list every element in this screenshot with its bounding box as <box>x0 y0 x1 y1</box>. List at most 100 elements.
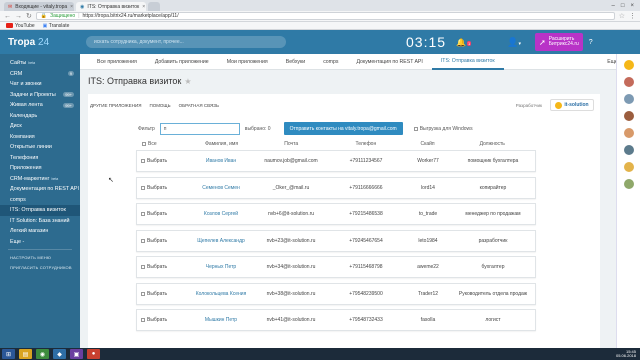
select-cell[interactable]: Выбрать <box>137 291 187 297</box>
user-menu[interactable]: 👤▾ <box>507 37 521 48</box>
url-field[interactable]: 🔒 Защищено | https://tropa.bitrix24.ru/m… <box>35 12 615 20</box>
sidebar-item[interactable]: CRM-маркетинг beta <box>0 174 80 185</box>
back-icon[interactable]: ← <box>4 13 11 20</box>
maximize-icon[interactable]: □ <box>621 3 625 9</box>
new-tab-button[interactable] <box>148 2 160 11</box>
windows-export-toggle[interactable]: Выгрузка для Windows <box>413 126 473 132</box>
apps-tab[interactable]: Мои приложения <box>218 54 277 70</box>
close-window-icon[interactable]: × <box>630 3 634 9</box>
explorer-icon[interactable]: ▤ <box>19 349 32 359</box>
row-checkbox[interactable] <box>141 212 145 216</box>
sidebar-item[interactable]: Еще - <box>0 237 80 248</box>
sidebar-item[interactable]: CRM 9 <box>0 69 80 80</box>
close-tab-icon[interactable]: × <box>70 4 73 10</box>
user-icon: 👤 <box>507 36 519 47</box>
avatar[interactable] <box>623 77 634 87</box>
bookmark-translate[interactable]: ▣ Translate <box>43 23 70 29</box>
apps-tab[interactable]: Добавить приложение <box>146 54 218 70</box>
contact-name-link[interactable]: Иванов Иван <box>187 158 255 164</box>
sidebar-item[interactable]: ITS: Отправка визиток <box>0 205 80 216</box>
menu-icon[interactable]: ⋮ <box>629 12 636 20</box>
sidebar-item[interactable]: Сайты beta <box>0 58 80 69</box>
invite-users-link[interactable]: ПРИГЛАСИТЬ СОТРУДНИКОВ <box>0 262 80 272</box>
select-all-checkbox[interactable] <box>142 142 146 146</box>
contact-row: Выбрать Иванов Иван naumov.job@gmail.com +7… <box>136 150 536 172</box>
sidebar-item[interactable]: Открытые линии <box>0 142 80 153</box>
avatar[interactable] <box>623 179 634 189</box>
apps-tab[interactable]: comps <box>314 54 347 70</box>
chrome-icon[interactable]: ◉ <box>36 349 49 359</box>
help-icon[interactable]: ? <box>589 39 593 46</box>
sidebar-item[interactable]: Живая лента 99+ <box>0 100 80 111</box>
contact-name-link[interactable]: Мышкин Петр <box>187 317 255 323</box>
extend-plan-button[interactable]: ➚ Расширить Битрикс24.ru <box>534 33 583 51</box>
row-checkbox[interactable] <box>141 318 145 322</box>
avatar[interactable] <box>623 60 634 70</box>
sidebar-item[interactable]: Телефония <box>0 153 80 164</box>
contact-skype: to_trade <box>418 211 438 217</box>
row-checkbox[interactable] <box>141 238 145 243</box>
contact-name-link[interactable]: Козлов Сергей <box>187 211 255 217</box>
apps-tab[interactable]: ITS: Отправка визиток <box>431 54 504 70</box>
sidebar-item[interactable]: Задачи и Проекты 99+ <box>0 90 80 101</box>
sidebar-item[interactable]: Легкий магазин <box>0 226 80 237</box>
contact-name-link[interactable]: Семенов Семен <box>187 185 255 191</box>
sidebar-item[interactable]: Диск <box>0 121 80 132</box>
contact-name-link[interactable]: Черных Петр <box>187 264 255 270</box>
forward-icon[interactable]: → <box>15 13 22 20</box>
portal-logo[interactable]: Tropa 24 <box>0 37 80 48</box>
start-icon[interactable]: ⊞ <box>2 349 15 359</box>
select-cell[interactable]: Выбрать <box>137 317 187 323</box>
bookmark-youtube[interactable]: YouTube <box>6 23 35 29</box>
link-feedback[interactable]: ОБРАТНАЯ СВЯЗЬ <box>179 103 219 108</box>
clock[interactable]: 03:15 <box>406 34 446 50</box>
avatar[interactable] <box>623 145 634 155</box>
configure-menu-link[interactable]: НАСТРОИТЬ МЕНЮ <box>0 252 80 262</box>
browser-tab-active[interactable]: ◉ ITS: Отправка визиток × <box>76 2 146 11</box>
select-cell[interactable]: Выбрать <box>137 158 187 164</box>
avatar[interactable] <box>623 162 634 172</box>
sidebar-item[interactable]: IT Solution: База знаний <box>0 216 80 227</box>
close-tab-icon[interactable]: × <box>142 4 145 10</box>
select-cell[interactable]: Выбрать <box>137 211 187 217</box>
portal-search-input[interactable]: искать сотрудника, документ, прочее... <box>86 36 286 48</box>
contact-name-link[interactable]: Колокольцева Ксения <box>187 291 255 297</box>
reload-icon[interactable]: ↻ <box>26 12 32 20</box>
avatar[interactable] <box>623 111 634 121</box>
row-checkbox[interactable] <box>141 291 145 296</box>
sidebar-item-label: Документация по REST API <box>10 186 79 193</box>
sidebar-item[interactable]: Календарь <box>0 111 80 122</box>
avatar[interactable] <box>623 128 634 138</box>
apps-tab[interactable]: Документация по REST API <box>347 54 431 70</box>
send-contacts-button[interactable]: Отправить контакты на vitaly.tropa@gmail… <box>283 122 403 135</box>
it-solution-logo[interactable]: it-solution <box>550 99 594 111</box>
row-checkbox[interactable] <box>141 185 145 190</box>
favorite-star-icon[interactable]: ★ <box>184 77 191 86</box>
app-icon[interactable]: ● <box>87 349 100 359</box>
browser-tab[interactable]: ✉ Входящие - vitaly.tropa × <box>4 2 74 11</box>
filter-input[interactable]: п <box>159 122 240 135</box>
select-cell[interactable]: Выбрать <box>137 185 187 191</box>
app-icon[interactable]: ▣ <box>70 349 83 359</box>
avatar[interactable] <box>623 94 634 104</box>
sidebar-item[interactable]: Документация по REST API <box>0 184 80 195</box>
apps-tab[interactable]: Все приложения <box>88 54 146 70</box>
notifications-bell-icon[interactable]: 🔔 1 <box>456 38 472 47</box>
row-checkbox[interactable] <box>141 159 145 163</box>
sidebar-item[interactable]: Компания <box>0 132 80 143</box>
select-cell[interactable]: Выбрать <box>137 238 187 244</box>
link-help[interactable]: ПОМОЩЬ <box>149 103 170 108</box>
link-other-apps[interactable]: ДРУГИЕ ПРИЛОЖЕНИЯ <box>90 103 141 108</box>
minimize-icon[interactable]: – <box>612 3 615 9</box>
sidebar-item[interactable]: Чат и звонки <box>0 79 80 90</box>
row-checkbox[interactable] <box>141 265 145 269</box>
contact-name-link[interactable]: Щепелев Александр <box>187 238 255 244</box>
bookmark-star-icon[interactable]: ☆ <box>619 12 625 20</box>
app-icon[interactable]: ◆ <box>53 349 66 359</box>
windows-export-checkbox[interactable] <box>413 126 418 131</box>
apps-tab[interactable]: Вебхуки <box>277 54 314 70</box>
sidebar-item-label: ITS: Отправка визиток <box>10 207 66 214</box>
sidebar-item[interactable]: comps <box>0 195 80 206</box>
select-cell[interactable]: Выбрать <box>137 264 187 270</box>
sidebar-item[interactable]: Приложения <box>0 163 80 174</box>
